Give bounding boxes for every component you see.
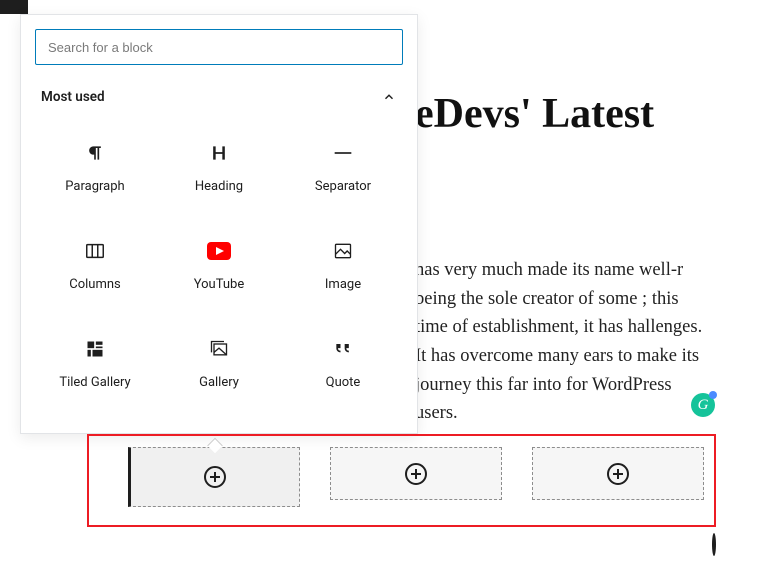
add-block-button[interactable] [712, 535, 716, 554]
search-wrap [21, 15, 417, 79]
grammarly-label: G [698, 397, 709, 414]
block-list-scroll[interactable]: Most used Paragraph Heading [21, 79, 417, 434]
add-block-icon [607, 463, 629, 485]
block-label: Quote [326, 375, 361, 390]
section-most-used-header[interactable]: Most used [35, 79, 403, 121]
block-gallery[interactable]: Gallery [159, 317, 279, 409]
block-image[interactable]: Image [283, 219, 403, 311]
add-block-icon [204, 466, 226, 488]
tiled-gallery-icon [83, 337, 107, 361]
search-input[interactable] [35, 29, 403, 65]
block-label: Tiled Gallery [59, 375, 130, 390]
youtube-icon [207, 239, 231, 263]
block-heading[interactable]: Heading [159, 121, 279, 213]
block-tiled-gallery[interactable]: Tiled Gallery [35, 317, 155, 409]
block-label: YouTube [194, 277, 245, 292]
window-top-bar [0, 0, 28, 14]
columns-icon [83, 239, 107, 263]
column-placeholder-2[interactable] [330, 447, 502, 500]
block-separator[interactable]: Separator [283, 121, 403, 213]
block-label: Gallery [199, 375, 239, 390]
column-placeholder-3[interactable] [532, 447, 704, 500]
columns-block-row [128, 447, 704, 507]
block-label: Paragraph [65, 179, 124, 194]
paragraph-icon [83, 141, 107, 165]
gallery-icon [207, 337, 231, 361]
chevron-up-icon [381, 89, 397, 105]
block-label: Heading [195, 179, 243, 194]
heading-icon [207, 141, 231, 165]
block-label: Separator [315, 179, 371, 194]
block-columns[interactable]: Columns [35, 219, 155, 311]
block-grid: Paragraph Heading Separator Columns [35, 121, 403, 409]
separator-icon [331, 141, 355, 165]
block-quote[interactable]: Quote [283, 317, 403, 409]
block-label: Columns [69, 277, 121, 292]
post-body-text[interactable]: has very much made its name well-r being… [415, 256, 705, 428]
quote-icon [331, 337, 355, 361]
column-placeholder-1[interactable] [128, 447, 300, 507]
image-icon [331, 239, 355, 263]
block-youtube[interactable]: YouTube [159, 219, 279, 311]
add-block-icon [405, 463, 427, 485]
section-title: Most used [41, 89, 105, 105]
block-inserter-panel: Most used Paragraph Heading [20, 14, 418, 434]
grammarly-badge[interactable]: G [691, 393, 715, 417]
block-label: Image [325, 277, 361, 292]
add-block-icon [712, 533, 716, 556]
post-title[interactable]: eDevs' Latest [415, 90, 654, 138]
block-paragraph[interactable]: Paragraph [35, 121, 155, 213]
